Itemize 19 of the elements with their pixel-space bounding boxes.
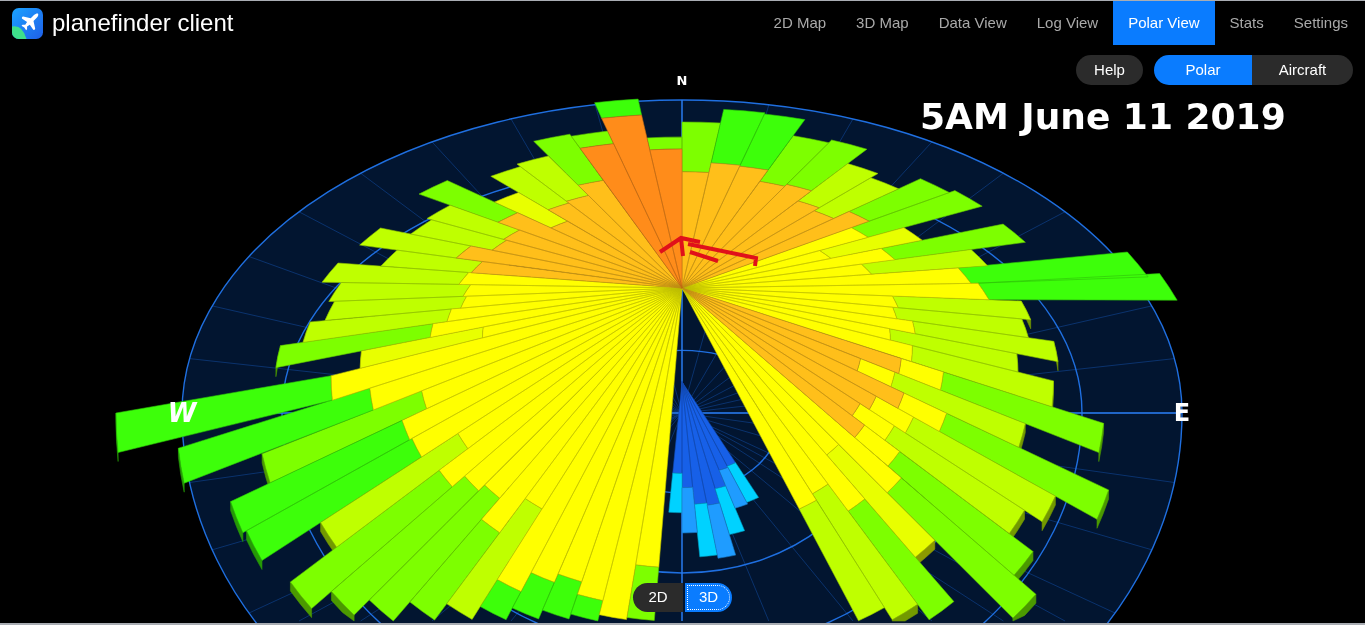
help-button[interactable]: Help [1076,55,1143,85]
nav-tab[interactable]: 2D Map [758,1,842,45]
nav-tab[interactable]: 3D Map [841,1,924,45]
overlay-title: 5AM June 11 2019 [920,99,1286,135]
bracket-marker-icon [658,235,759,268]
nav-tab[interactable]: Log View [1021,1,1114,45]
view-mode-toggle[interactable]: 2D [633,583,683,612]
nav-tab[interactable]: Data View [923,1,1022,45]
mode-tab[interactable]: Aircraft [1252,55,1353,85]
compass-label: E [1173,401,1191,425]
plane-logo-icon [12,7,43,39]
nav-tab[interactable]: Stats [1214,1,1279,45]
nav-tab[interactable]: Settings [1278,1,1363,45]
nav-tab[interactable]: Polar View [1113,1,1215,45]
compass-label: W [167,400,197,426]
compass-label: N [676,73,688,87]
view-mode-toggle[interactable]: 3D [685,583,732,612]
mode-tab[interactable]: Polar [1154,55,1252,85]
logo-text: planefinder client [52,11,234,35]
